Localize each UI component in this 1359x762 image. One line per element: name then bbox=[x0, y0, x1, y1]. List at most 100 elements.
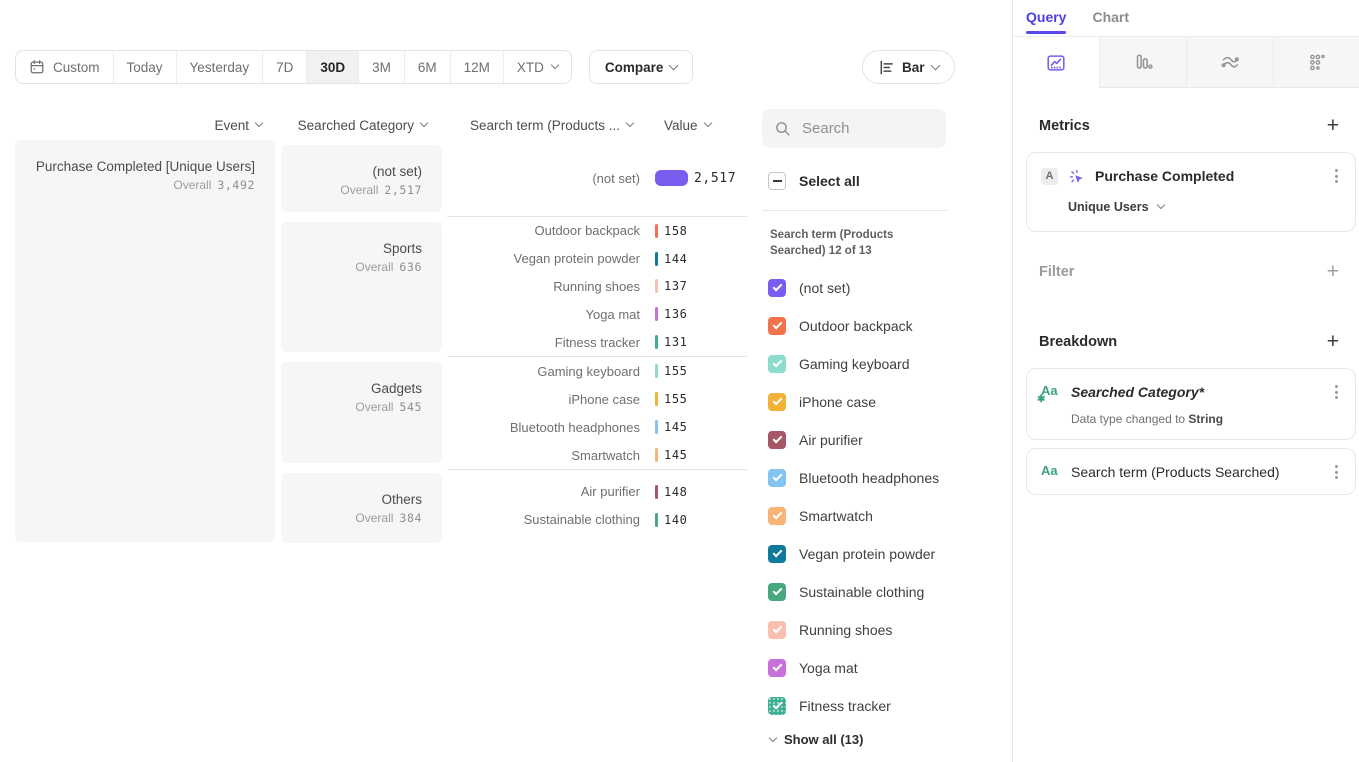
breakdown-card[interactable]: Aa Search term (Products Searched) bbox=[1026, 448, 1356, 495]
checkbox-item[interactable]: Fitness tracker bbox=[768, 687, 998, 725]
metric-menu-icon[interactable] bbox=[1332, 166, 1341, 186]
item-checkbox[interactable] bbox=[768, 393, 786, 411]
checkbox-item[interactable]: Yoga mat bbox=[768, 649, 998, 687]
tab-query[interactable]: Query bbox=[1026, 9, 1066, 34]
string-property-icon: Aa✱ bbox=[1041, 383, 1061, 401]
breakdown-menu-icon[interactable] bbox=[1332, 462, 1341, 482]
checkbox-item[interactable]: Sustainable clothing bbox=[768, 573, 998, 611]
item-checkbox[interactable] bbox=[768, 583, 786, 601]
filter-section-header: Filter bbox=[1039, 264, 1339, 280]
item-checkbox[interactable] bbox=[768, 469, 786, 487]
select-all-checkbox[interactable] bbox=[768, 172, 786, 190]
compare-label: Compare bbox=[605, 60, 664, 75]
checkbox-item[interactable]: Outdoor backpack bbox=[768, 307, 998, 345]
event-overall: Overall3,492 bbox=[27, 178, 255, 192]
select-all-row[interactable]: Select all bbox=[768, 172, 860, 190]
query-builder-panel: Query Chart bbox=[1012, 0, 1359, 762]
checkmark-icon bbox=[772, 282, 782, 292]
checkbox-item[interactable]: (not set) bbox=[768, 269, 998, 307]
add-breakdown-icon[interactable] bbox=[1327, 334, 1339, 350]
category-name: Sports bbox=[293, 240, 422, 257]
breakdown-property-name: Search term (Products Searched) bbox=[1071, 464, 1322, 480]
column-header-event[interactable]: Event bbox=[15, 117, 262, 133]
date-range-3m[interactable]: 3M bbox=[359, 51, 405, 83]
value-label: 131 bbox=[664, 335, 687, 349]
filter-title: Filter bbox=[1039, 264, 1074, 280]
item-checkbox[interactable] bbox=[768, 659, 786, 677]
chevron-down-icon bbox=[669, 60, 679, 70]
item-checkbox[interactable] bbox=[768, 317, 786, 335]
value-label: 140 bbox=[664, 513, 687, 527]
category-cell: OthersOverall384 bbox=[281, 473, 442, 543]
item-checkbox[interactable] bbox=[768, 697, 786, 715]
column-header-label: Value bbox=[664, 118, 698, 133]
measure-label: Unique Users bbox=[1068, 200, 1149, 214]
add-metric-icon[interactable] bbox=[1327, 118, 1339, 134]
search-input[interactable] bbox=[800, 119, 930, 138]
date-range-custom[interactable]: Custom bbox=[16, 51, 114, 83]
column-header-search-term[interactable]: Search term (Products ... bbox=[450, 117, 633, 133]
show-all-toggle[interactable]: Show all (13) bbox=[770, 732, 863, 747]
legend-search-box[interactable] bbox=[762, 109, 946, 148]
date-range-7d[interactable]: 7D bbox=[263, 51, 307, 83]
item-checkbox[interactable] bbox=[768, 621, 786, 639]
add-filter-icon[interactable] bbox=[1327, 264, 1339, 280]
breakdown-note: Data type changed to String bbox=[1071, 412, 1341, 426]
checkmark-icon bbox=[772, 510, 782, 520]
value-label: 137 bbox=[664, 279, 687, 293]
checkbox-item[interactable]: Air purifier bbox=[768, 421, 998, 459]
tab-flows[interactable] bbox=[1186, 37, 1273, 88]
search-term-group: Gaming keyboard155iPhone case155Bluetoot… bbox=[447, 357, 747, 470]
column-header-value[interactable]: Value bbox=[664, 117, 724, 133]
checkbox-item[interactable]: Gaming keyboard bbox=[768, 345, 998, 383]
chevron-down-icon bbox=[255, 119, 263, 127]
date-range-30d[interactable]: 30D bbox=[307, 51, 359, 83]
checkbox-item-label: iPhone case bbox=[799, 394, 876, 410]
metric-series-badge: A bbox=[1041, 168, 1058, 185]
checkbox-item[interactable]: Running shoes bbox=[768, 611, 998, 649]
value-label: 155 bbox=[664, 392, 687, 406]
compare-button[interactable]: Compare bbox=[589, 50, 694, 84]
metric-card[interactable]: A Purchase Completed Unique Users bbox=[1026, 152, 1356, 232]
measure-dropdown[interactable]: Unique Users bbox=[1068, 200, 1341, 214]
tab-chart[interactable]: Chart bbox=[1092, 9, 1129, 34]
date-range-today[interactable]: Today bbox=[114, 51, 177, 83]
search-term-row: Sustainable clothing140 bbox=[447, 506, 747, 534]
breakdown-menu-icon[interactable] bbox=[1332, 382, 1341, 402]
checkbox-item-label: Running shoes bbox=[799, 622, 892, 638]
value-bar bbox=[655, 307, 658, 321]
breakdown-card[interactable]: Aa✱ Searched Category* Data type changed… bbox=[1026, 368, 1356, 440]
show-all-label: Show all (13) bbox=[784, 732, 863, 747]
column-header-searched-category[interactable]: Searched Category bbox=[281, 117, 427, 133]
tab-retention[interactable] bbox=[1273, 37, 1359, 88]
checkbox-item[interactable]: Bluetooth headphones bbox=[768, 459, 998, 497]
checkmark-icon bbox=[772, 662, 782, 672]
date-range-yesterday[interactable]: Yesterday bbox=[177, 51, 264, 83]
checkbox-item[interactable]: Smartwatch bbox=[768, 497, 998, 535]
item-checkbox[interactable] bbox=[768, 431, 786, 449]
tab-insights[interactable] bbox=[1013, 37, 1099, 88]
date-range-xtd[interactable]: XTD bbox=[504, 51, 571, 83]
date-range-label: 12M bbox=[464, 60, 490, 75]
date-range-6m[interactable]: 6M bbox=[405, 51, 451, 83]
value-bar bbox=[655, 252, 658, 266]
checkbox-item[interactable]: iPhone case bbox=[768, 383, 998, 421]
date-range-12m[interactable]: 12M bbox=[451, 51, 504, 83]
item-checkbox[interactable] bbox=[768, 507, 786, 525]
item-checkbox[interactable] bbox=[768, 545, 786, 563]
value-bar bbox=[655, 279, 658, 293]
category-cell: SportsOverall636 bbox=[281, 222, 442, 352]
checkmark-icon bbox=[772, 586, 782, 596]
checkbox-item-label: Sustainable clothing bbox=[799, 584, 924, 600]
search-term-label: Air purifier bbox=[447, 484, 640, 499]
checkmark-icon bbox=[772, 700, 782, 710]
search-term-label: iPhone case bbox=[447, 392, 640, 407]
checkbox-item[interactable]: Vegan protein powder bbox=[768, 535, 998, 573]
item-checkbox[interactable] bbox=[768, 355, 786, 373]
tab-funnels[interactable] bbox=[1099, 37, 1186, 88]
chart-type-button[interactable]: Bar bbox=[862, 50, 955, 84]
search-term-row: Running shoes137 bbox=[447, 273, 747, 301]
search-term-row: iPhone case 155 bbox=[447, 385, 747, 413]
string-property-icon: Aa bbox=[1041, 463, 1061, 481]
item-checkbox[interactable] bbox=[768, 279, 786, 297]
